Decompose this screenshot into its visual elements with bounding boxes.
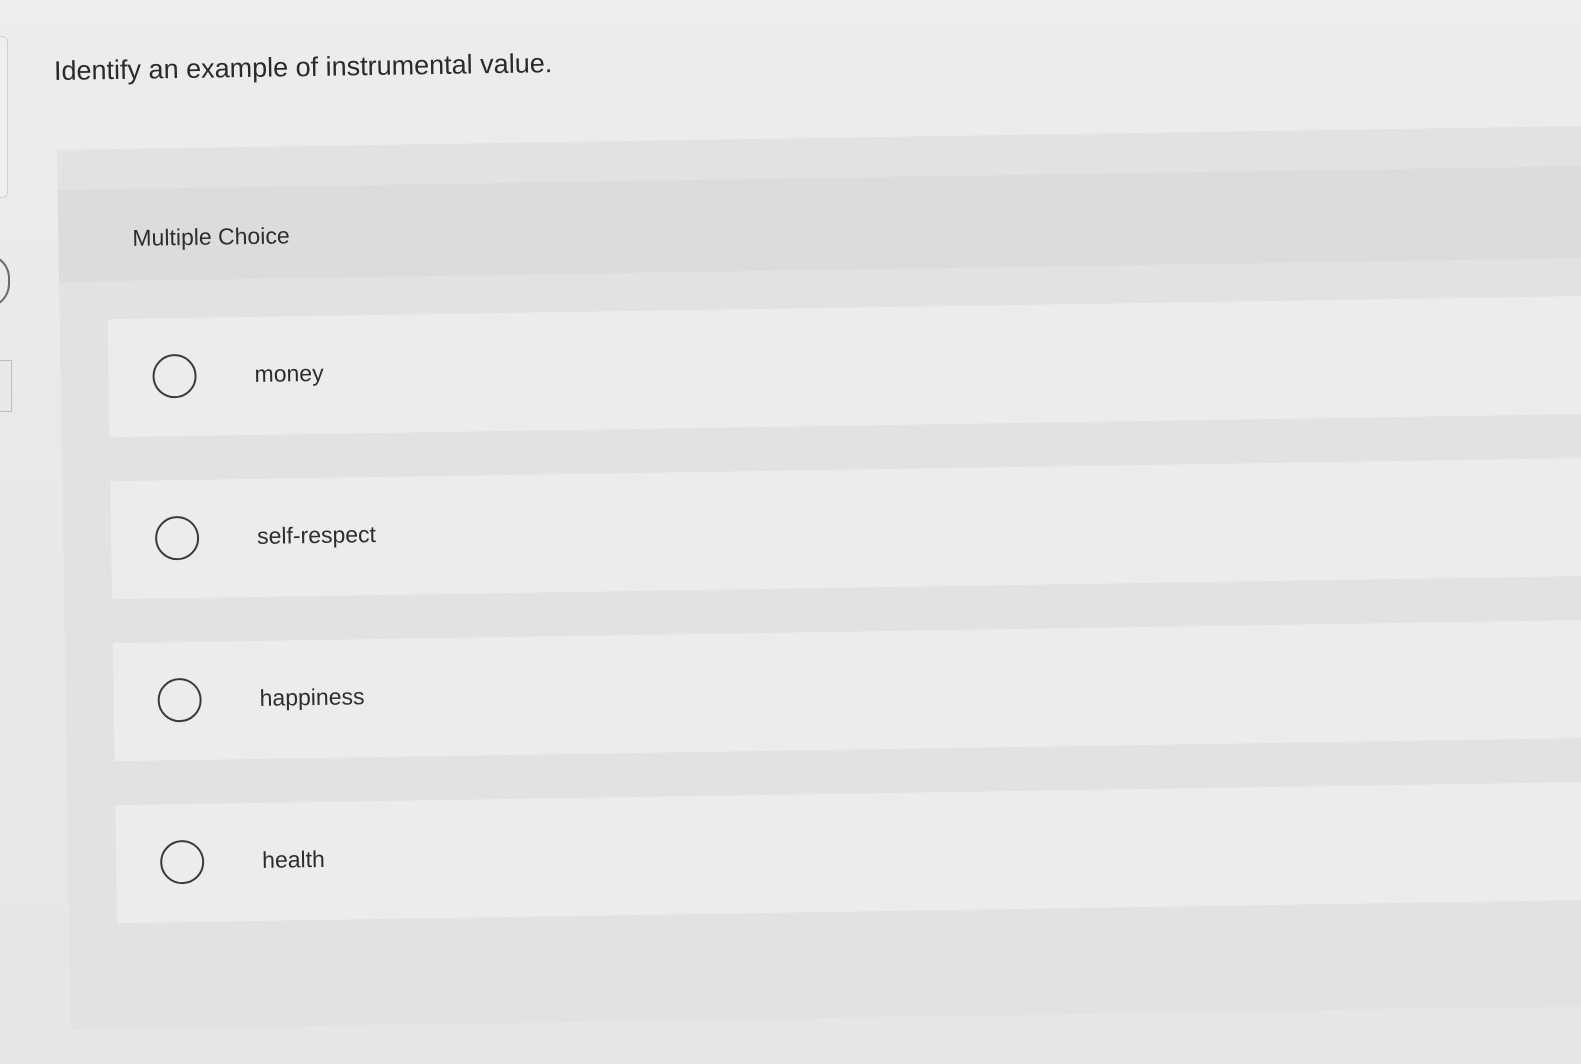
answer-option-happiness[interactable]: happiness bbox=[112, 619, 1581, 762]
answer-option-label: health bbox=[261, 845, 326, 873]
radio-button[interactable] bbox=[157, 677, 202, 723]
side-collapse-tab[interactable] bbox=[0, 254, 10, 308]
quiz-page: Identify an example of instrumental valu… bbox=[0, 0, 1581, 1064]
radio-button[interactable] bbox=[152, 353, 197, 399]
answer-option-health[interactable]: health bbox=[115, 781, 1581, 924]
question-prompt: Identify an example of instrumental valu… bbox=[53, 48, 553, 86]
multiple-choice-label: Multiple Choice bbox=[132, 222, 290, 251]
radio-button[interactable] bbox=[159, 839, 205, 885]
radio-button[interactable] bbox=[154, 515, 200, 561]
side-panel-box bbox=[0, 360, 12, 412]
answer-option-money[interactable]: money bbox=[107, 295, 1581, 438]
side-panel-edge bbox=[0, 36, 8, 198]
answer-options: money self-respect happiness health bbox=[107, 295, 1581, 924]
answer-option-label: self-respect bbox=[256, 521, 377, 549]
answer-option-label: happiness bbox=[259, 683, 365, 711]
answer-option-label: money bbox=[254, 359, 324, 387]
answer-option-self-respect[interactable]: self-respect bbox=[110, 457, 1581, 600]
multiple-choice-panel: Multiple Choice money self-respect happi… bbox=[57, 125, 1581, 1030]
